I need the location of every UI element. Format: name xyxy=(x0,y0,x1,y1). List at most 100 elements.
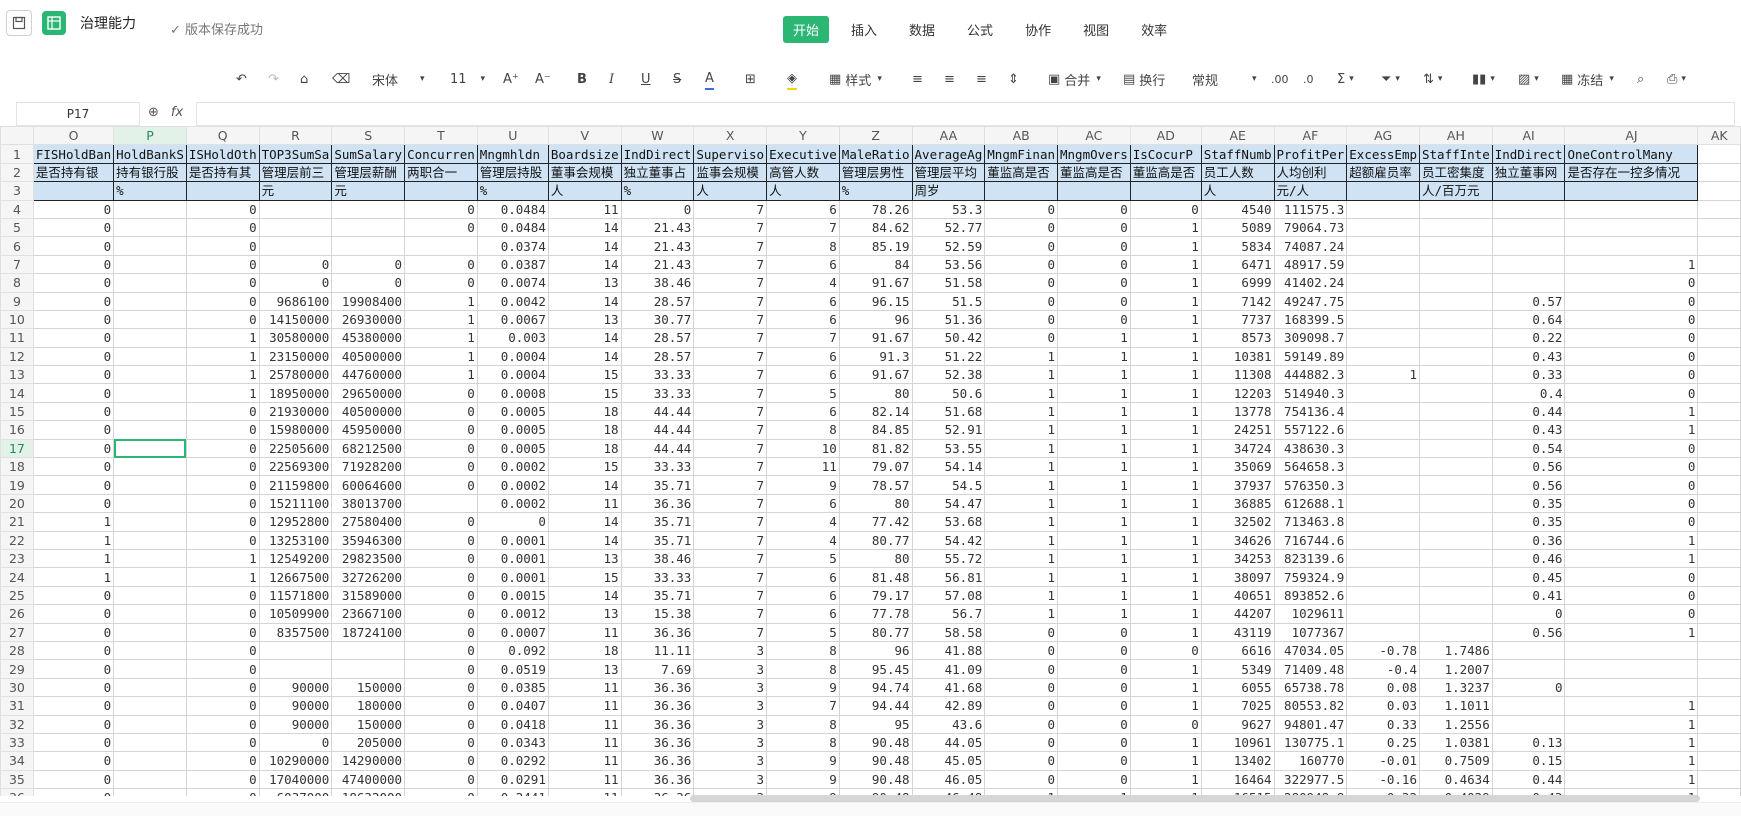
cell[interactable] xyxy=(1346,401,1420,422)
number-format-select[interactable]: 常规 ▾ xyxy=(1192,68,1257,90)
row-header[interactable]: 1 xyxy=(0,144,34,164)
cell[interactable] xyxy=(1697,291,1741,311)
cell[interactable]: 11 xyxy=(547,199,622,219)
cell[interactable]: 41402.24 xyxy=(1273,273,1348,293)
cell[interactable]: 0 xyxy=(404,420,478,440)
cell[interactable]: 18632000 xyxy=(331,788,406,796)
cell[interactable]: 514940.3 xyxy=(1273,383,1348,403)
cell[interactable]: 576350.3 xyxy=(1273,475,1348,495)
cell[interactable]: 9 xyxy=(766,677,840,698)
cell[interactable]: 90000 xyxy=(258,677,333,698)
cell[interactable]: 7 xyxy=(693,604,768,624)
cell[interactable]: OneControlMany xyxy=(1564,144,1699,164)
cell[interactable]: 53.55 xyxy=(911,438,986,459)
row-header[interactable]: 26 xyxy=(0,604,34,624)
cell[interactable] xyxy=(1697,346,1741,367)
cell[interactable]: 6471 xyxy=(1200,254,1275,275)
row-header[interactable]: 23 xyxy=(0,548,34,569)
cell[interactable] xyxy=(1346,530,1420,550)
cell[interactable]: 33.33 xyxy=(620,365,695,385)
cell[interactable]: 168399.5 xyxy=(1273,309,1348,330)
cell[interactable]: IndDirect xyxy=(1491,144,1566,164)
cell[interactable]: 7.69 xyxy=(620,659,695,679)
cell[interactable]: 13402 xyxy=(1200,751,1275,771)
cell[interactable]: 14 xyxy=(547,254,622,275)
cell[interactable]: 21930000 xyxy=(258,401,333,422)
cell[interactable]: 47400000 xyxy=(331,769,406,790)
cell[interactable]: 1 xyxy=(1057,438,1131,459)
cell[interactable] xyxy=(113,585,187,606)
cell[interactable] xyxy=(113,548,187,569)
cell[interactable]: 9627 xyxy=(1200,714,1275,734)
cell[interactable] xyxy=(331,640,406,661)
cell[interactable]: 9686100 xyxy=(258,291,333,311)
cell[interactable]: 0 xyxy=(185,254,260,275)
cell[interactable] xyxy=(1491,199,1566,219)
cell[interactable]: Executive xyxy=(766,144,840,164)
cell[interactable]: 30580000 xyxy=(258,328,333,348)
cell[interactable]: 65738.78 xyxy=(1273,677,1348,698)
cell[interactable]: 29823500 xyxy=(331,548,406,569)
cell[interactable]: 14 xyxy=(547,328,622,348)
cell[interactable] xyxy=(113,254,187,275)
increase-font-icon[interactable]: A⁺ xyxy=(503,68,519,90)
cell[interactable]: 41.09 xyxy=(911,659,986,679)
cell[interactable]: 0 xyxy=(185,640,260,661)
wrap-text-button[interactable]: ▤ 换行 xyxy=(1123,68,1165,90)
cell[interactable] xyxy=(1697,475,1741,495)
font-family-select[interactable]: 宋体 ▾ xyxy=(372,68,425,90)
cell[interactable]: 9 xyxy=(766,751,840,771)
cell[interactable]: 1 xyxy=(404,291,478,311)
name-box[interactable]: P17 xyxy=(16,102,140,126)
row-header[interactable]: 32 xyxy=(0,714,34,734)
cell[interactable] xyxy=(1419,475,1493,495)
cell[interactable]: 1 xyxy=(1129,769,1202,790)
cell[interactable]: 1 xyxy=(1057,512,1131,532)
cell[interactable]: 42.89 xyxy=(911,696,986,716)
cell[interactable]: 7 xyxy=(693,438,768,459)
cell[interactable]: 人 xyxy=(547,181,622,201)
undo-icon[interactable]: ↶ xyxy=(236,68,247,90)
cell[interactable]: 0 xyxy=(32,640,115,661)
cell[interactable]: 0.4 xyxy=(1491,383,1566,403)
cell[interactable]: 0 xyxy=(32,622,115,642)
cell[interactable]: 0 xyxy=(32,677,115,698)
cell[interactable] xyxy=(1419,365,1493,385)
cell[interactable]: MngmFinan xyxy=(984,144,1058,164)
cell[interactable]: 0 xyxy=(404,714,478,734)
cell[interactable]: 94801.47 xyxy=(1273,714,1348,734)
cell[interactable]: 1029611 xyxy=(1273,604,1348,624)
cell[interactable]: 0 xyxy=(258,254,333,275)
cell[interactable] xyxy=(331,217,406,238)
eraser-icon[interactable]: ⌫ xyxy=(332,68,350,90)
cell[interactable] xyxy=(258,217,333,238)
cell[interactable]: 7 xyxy=(766,696,840,716)
cell[interactable]: 31589000 xyxy=(331,585,406,606)
cell[interactable]: 58.58 xyxy=(911,622,986,642)
cell[interactable]: 0 xyxy=(258,273,333,293)
cell[interactable]: 0 xyxy=(32,236,115,256)
menu-view[interactable]: 视图 xyxy=(1073,16,1119,43)
cell[interactable]: 0 xyxy=(185,585,260,606)
sum-icon[interactable]: Σ ▾ xyxy=(1337,68,1354,90)
cell[interactable]: 7 xyxy=(693,217,768,238)
cell[interactable]: 1 xyxy=(1129,622,1202,642)
cell[interactable]: 51.5 xyxy=(911,291,986,311)
cell[interactable] xyxy=(1419,236,1493,256)
cell[interactable]: 0 xyxy=(1564,512,1699,532)
fx-icon[interactable]: fx xyxy=(171,105,183,120)
cell[interactable]: 11571800 xyxy=(258,585,333,606)
cell[interactable]: 0 xyxy=(32,604,115,624)
cell[interactable]: 44.44 xyxy=(620,420,695,440)
cell[interactable] xyxy=(1697,714,1741,734)
cell[interactable]: 51.22 xyxy=(911,346,986,367)
style-button[interactable]: ▦ 样式 ▾ xyxy=(829,68,882,90)
cell[interactable]: 0.0001 xyxy=(476,530,549,550)
cell[interactable]: 53.68 xyxy=(911,512,986,532)
sort-icon[interactable]: ⇅ ▾ xyxy=(1423,68,1442,90)
cell[interactable]: 13778 xyxy=(1200,401,1275,422)
cell[interactable]: 0 xyxy=(258,732,333,753)
cell[interactable]: 1 xyxy=(1057,530,1131,550)
cell[interactable]: 1 xyxy=(1564,696,1699,716)
cell[interactable]: 0 xyxy=(404,217,478,238)
